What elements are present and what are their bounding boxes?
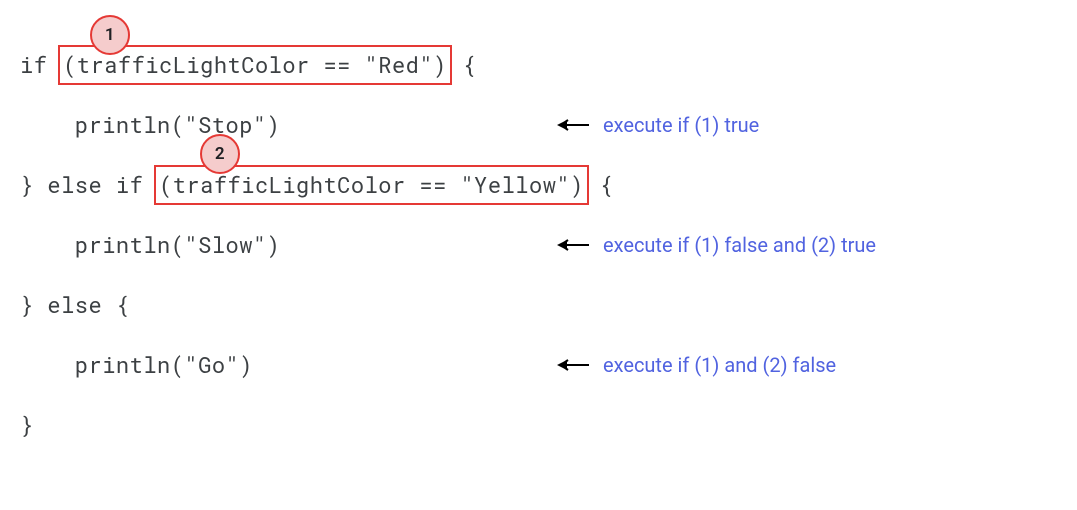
code-text: println("Stop") (20, 114, 280, 136)
badge-1-label: 1 (105, 25, 115, 45)
annotation-2: execute if (1) false and (2) true (555, 235, 876, 255)
arrow-left-icon (555, 358, 589, 372)
code-text: } (20, 414, 34, 436)
badge-2: 2 (200, 134, 240, 174)
annotation-text: execute if (1) true (603, 115, 759, 135)
code-line-5: } else { (20, 290, 1057, 320)
badge-2-label: 2 (215, 144, 225, 164)
code-line-7: } (20, 410, 1057, 440)
code-text: println("Slow") (20, 234, 280, 256)
annotation-1: execute if (1) true (555, 115, 759, 135)
code-text: } else if (20, 174, 157, 196)
annotation-text: execute if (1) false and (2) true (603, 235, 876, 255)
code-text: println("Go") (20, 354, 253, 376)
code-diagram: 1 2 if (trafficLightColor == "Red") { pr… (20, 20, 1057, 440)
badge-1: 1 (90, 15, 130, 55)
code-text: if (20, 54, 61, 76)
code-line-3: } else if (trafficLightColor == "Yellow"… (20, 170, 1057, 200)
annotation-text: execute if (1) and (2) false (603, 355, 836, 375)
code-line-1: if (trafficLightColor == "Red") { (20, 50, 1057, 80)
code-line-4: println("Slow") execute if (1) false and… (20, 230, 1057, 260)
arrow-left-icon (555, 238, 589, 252)
code-text: } else { (20, 294, 130, 316)
annotation-3: execute if (1) and (2) false (555, 355, 836, 375)
code-text: { (449, 54, 476, 76)
code-text: { (586, 174, 613, 196)
arrow-left-icon (555, 118, 589, 132)
code-line-6: println("Go") execute if (1) and (2) fal… (20, 350, 1057, 380)
code-line-2: println("Stop") execute if (1) true (20, 110, 1057, 140)
